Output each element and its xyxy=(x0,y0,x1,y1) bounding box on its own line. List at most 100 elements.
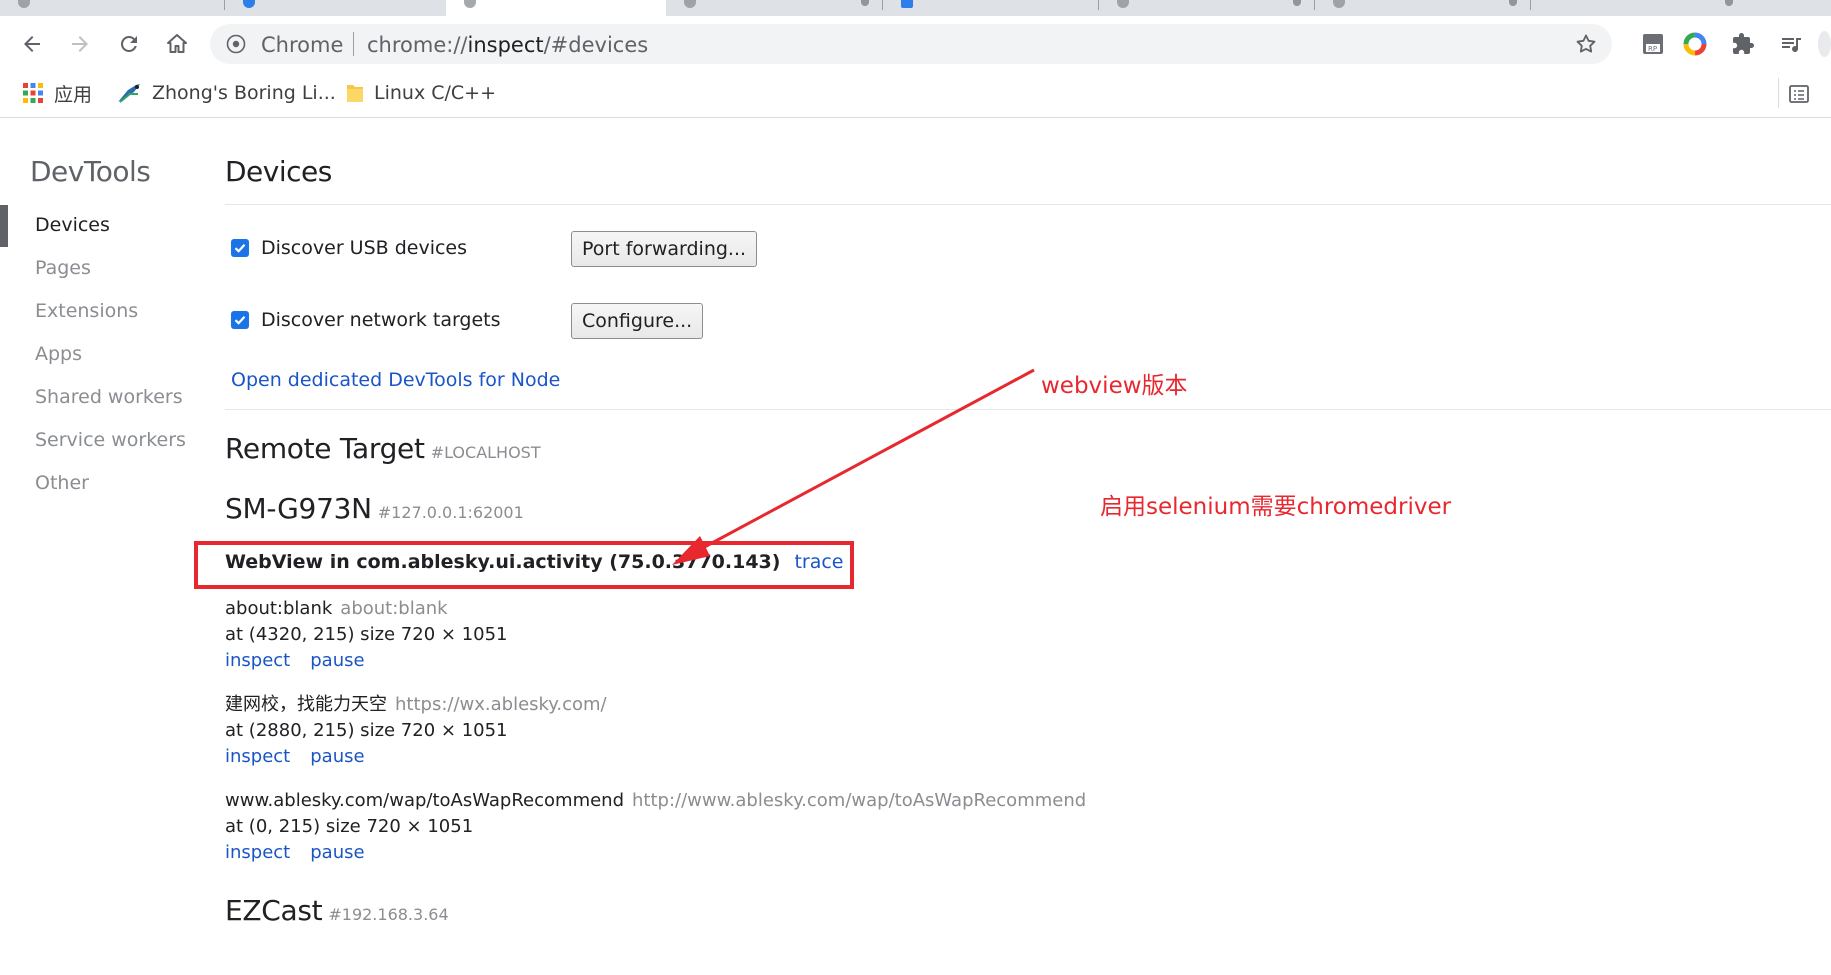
bookmark-favicon-icon xyxy=(116,82,142,104)
discover-network-label: Discover network targets xyxy=(261,309,501,331)
url-host: inspect xyxy=(467,33,544,57)
page-title-text: 建网校，找能力天空 xyxy=(225,694,387,715)
tab[interactable] xyxy=(883,0,1099,16)
omnibox-url[interactable]: chrome://inspect/#devices xyxy=(367,33,648,57)
bookmark-label: Zhong's Boring Li... xyxy=(152,82,336,104)
section-divider xyxy=(225,409,1831,410)
rp-extension-icon[interactable]: RP xyxy=(1638,29,1668,59)
sidebar-item-other[interactable]: Other xyxy=(35,472,89,494)
apps-grid-icon xyxy=(22,82,44,104)
tab[interactable] xyxy=(0,0,225,16)
tab-close-icon[interactable] xyxy=(861,0,869,6)
page-geometry: at (2880, 215) size 720 × 1051 xyxy=(225,720,508,741)
extensions-button[interactable] xyxy=(1728,29,1758,59)
page-url: about:blank xyxy=(340,598,448,619)
page-item: www.ablesky.com/wap/toAsWapRecommend http… xyxy=(225,788,1086,866)
tab-active[interactable] xyxy=(446,0,666,16)
tab[interactable] xyxy=(1315,0,1531,16)
device-hash: #192.168.3.64 xyxy=(328,905,449,924)
page-item: 建网校，找能力天空 https://wx.ablesky.com/ at (288… xyxy=(225,692,607,770)
tab-favicon-icon xyxy=(901,0,913,8)
bookmark-folder-linux[interactable]: Linux C/C++ xyxy=(346,80,496,106)
sidebar-item-devices[interactable]: Devices xyxy=(35,214,110,236)
tab[interactable] xyxy=(225,0,446,16)
inspect-link[interactable]: inspect xyxy=(225,842,290,863)
discover-network-checkbox[interactable] xyxy=(231,311,249,329)
url-scheme: chrome:// xyxy=(367,33,468,57)
title-divider xyxy=(225,204,1831,205)
sidebar-selection-marker xyxy=(0,205,8,247)
pause-link[interactable]: pause xyxy=(310,842,364,863)
inspect-link[interactable]: inspect xyxy=(225,650,290,671)
sidebar-item-pages[interactable]: Pages xyxy=(35,257,91,279)
device-name: SM-G973N xyxy=(225,492,372,525)
omnibox[interactable]: Chrome chrome://inspect/#devices xyxy=(210,24,1612,64)
discover-usb-checkbox[interactable] xyxy=(231,239,249,257)
remote-target-heading: Remote Target #LOCALHOST xyxy=(225,432,541,465)
tab-favicon-icon xyxy=(1333,0,1345,8)
svg-text:RP: RP xyxy=(1648,45,1657,53)
page-url: https://wx.ablesky.com/ xyxy=(395,694,607,715)
puzzle-icon xyxy=(1733,33,1754,54)
page-url: http://www.ablesky.com/wap/toAsWapRecomm… xyxy=(632,790,1087,811)
forward-button[interactable] xyxy=(62,26,98,62)
browser-toolbar: Chrome chrome://inspect/#devices RP xyxy=(0,16,1831,70)
chrome-site-icon xyxy=(226,34,246,54)
pause-link[interactable]: pause xyxy=(310,650,364,671)
device-heading: SM-G973N #127.0.0.1:62001 xyxy=(225,492,524,525)
device-hash: #127.0.0.1:62001 xyxy=(377,503,524,522)
tab[interactable] xyxy=(666,0,883,16)
tab-favicon-icon xyxy=(18,0,30,8)
device-heading: EZCast #192.168.3.64 xyxy=(225,894,449,927)
page-title-text: about:blank xyxy=(225,598,333,619)
annotation-webview-label: webview版本 xyxy=(1041,373,1188,399)
bookmark-star-icon[interactable] xyxy=(1574,32,1598,56)
omnibox-site-label: Chrome xyxy=(261,33,344,57)
annotation-selenium-label: 启用selenium需要chromedriver xyxy=(1100,494,1452,520)
sidebar-item-extensions[interactable]: Extensions xyxy=(35,300,138,322)
bookmarks-bar: 应用 Zhong's Boring Li... Linux C/C++ xyxy=(0,70,1831,118)
discover-usb-label: Discover USB devices xyxy=(261,237,468,259)
tab-favicon-icon xyxy=(1117,0,1129,8)
configure-button[interactable]: Configure... xyxy=(571,303,704,339)
sidebar-item-shared-workers[interactable]: Shared workers xyxy=(35,386,183,408)
reading-list-icon[interactable] xyxy=(1787,82,1811,106)
folder-icon xyxy=(346,82,364,104)
color-extension-icon[interactable] xyxy=(1680,29,1710,59)
back-button[interactable] xyxy=(14,26,50,62)
sidebar-item-apps[interactable]: Apps xyxy=(35,343,82,365)
tab-close-icon[interactable] xyxy=(1725,0,1733,6)
reload-icon xyxy=(120,35,137,52)
open-node-devtools-link[interactable]: Open dedicated DevTools for Node xyxy=(231,369,560,391)
bookmark-zhong-blog[interactable]: Zhong's Boring Li... xyxy=(116,80,336,106)
remote-target-hash: #LOCALHOST xyxy=(430,443,541,462)
reload-button[interactable] xyxy=(111,26,147,62)
tab[interactable] xyxy=(1099,0,1315,16)
bookmark-label: Linux C/C++ xyxy=(374,82,497,104)
discover-network-checkbox-row[interactable]: Discover network targets xyxy=(231,309,501,331)
tab-close-icon[interactable] xyxy=(1509,0,1517,6)
page-geometry: at (0, 215) size 720 × 1051 xyxy=(225,816,474,837)
tab[interactable] xyxy=(1531,0,1747,16)
sidebar-item-service-workers[interactable]: Service workers xyxy=(35,429,186,451)
device-name: EZCast xyxy=(225,894,323,927)
arrow-right-icon xyxy=(72,36,88,52)
port-forwarding-button[interactable]: Port forwarding... xyxy=(571,231,758,267)
page-title: Devices xyxy=(225,155,332,188)
url-path: /#devices xyxy=(543,33,649,57)
home-icon xyxy=(167,34,187,53)
home-button[interactable] xyxy=(159,26,195,62)
tab-strip xyxy=(0,0,1831,16)
profile-avatar[interactable] xyxy=(1818,29,1831,59)
inspect-link[interactable]: inspect xyxy=(225,746,290,767)
tab-close-icon[interactable] xyxy=(1293,0,1301,6)
tab-favicon-icon xyxy=(243,0,255,8)
media-control-button[interactable] xyxy=(1776,29,1806,59)
discover-usb-checkbox-row[interactable]: Discover USB devices xyxy=(231,237,467,259)
tab-favicon-icon xyxy=(684,0,696,8)
checkmark-icon xyxy=(234,316,246,325)
pause-link[interactable]: pause xyxy=(310,746,364,767)
page-title-text: www.ablesky.com/wap/toAsWapRecommend xyxy=(225,790,625,811)
bookmark-apps[interactable]: 应用 xyxy=(22,80,92,106)
playlist-icon xyxy=(1782,38,1801,53)
